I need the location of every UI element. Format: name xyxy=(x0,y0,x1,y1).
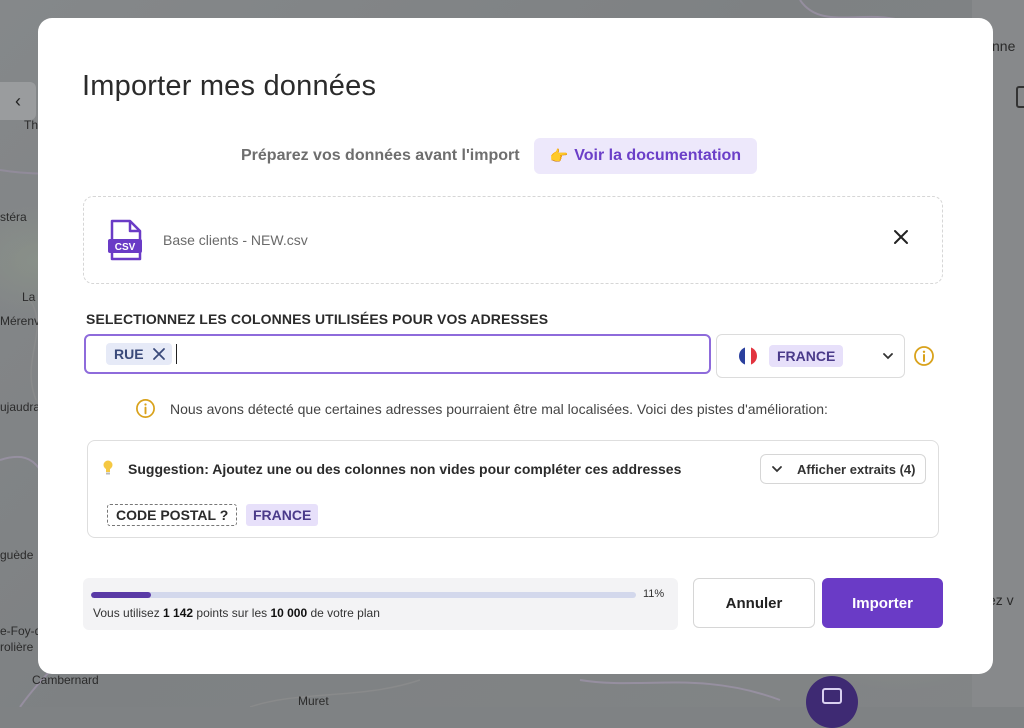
usage-percent: 11% xyxy=(643,588,665,600)
columns-section-title: SELECTIONNEZ LES COLONNES UTILISÉES POUR… xyxy=(86,311,549,327)
warning-text: Nous avons détecté que certaines adresse… xyxy=(170,400,828,417)
usage-progress-bar xyxy=(91,592,636,598)
csv-file-icon: CSV xyxy=(108,219,142,261)
usage-total-points: 10 000 xyxy=(270,606,308,620)
prep-row: Préparez vos données avant l'import 👉 Vo… xyxy=(241,138,758,174)
chat-button[interactable] xyxy=(806,676,858,728)
map-label: ujaudra xyxy=(0,400,41,414)
missing-column-chip[interactable]: CODE POSTAL ? xyxy=(107,504,238,526)
pointing-hand-icon: 👉 xyxy=(549,148,569,165)
usage-progress-fill xyxy=(91,592,151,598)
column-chip-label: RUE xyxy=(114,346,144,362)
chevron-down-icon xyxy=(883,353,893,360)
csv-icon-label: CSV xyxy=(115,242,136,253)
map-label: rolière xyxy=(0,640,34,654)
show-extracts-label: Afficher extraits (4) xyxy=(797,461,916,477)
file-name: Base clients - NEW.csv xyxy=(163,232,308,248)
chevron-down-icon xyxy=(772,466,782,473)
usage-text-suffix: de votre plan xyxy=(307,606,380,620)
warning-info-icon xyxy=(136,399,155,418)
info-icon[interactable] xyxy=(913,345,935,367)
address-columns-input[interactable]: RUE xyxy=(84,334,711,374)
usage-text-prefix: Vous utilisez xyxy=(93,606,164,620)
file-dropzone[interactable]: CSV Base clients - NEW.csv xyxy=(83,196,943,284)
lightbulb-icon xyxy=(103,460,113,475)
documentation-button-label: Voir la documentation xyxy=(574,147,742,164)
remove-file-icon[interactable] xyxy=(889,225,913,249)
column-chip: RUE xyxy=(106,343,172,365)
map-label: Th xyxy=(24,118,39,132)
country-chip: FRANCE xyxy=(246,504,319,526)
map-label: stéra xyxy=(0,210,27,224)
chevron-left-icon: ‹ xyxy=(15,90,21,111)
country-select[interactable]: FRANCE xyxy=(716,334,905,378)
import-button[interactable]: Importer xyxy=(822,578,943,628)
map-label: La xyxy=(22,290,36,304)
map-label: Muret xyxy=(298,694,329,708)
modal-title: Importer mes données xyxy=(82,70,377,102)
warning-row: Nous avons détecté que certaines adresse… xyxy=(135,398,828,419)
import-modal: Importer mes données Préparez vos donnée… xyxy=(38,18,993,674)
map-label: e-Foy-d xyxy=(0,624,42,638)
france-flag-icon xyxy=(739,347,757,365)
prep-text: Préparez vos données avant l'import xyxy=(241,147,520,164)
usage-text: Vous utilisez 1 142 points sur les 10 00… xyxy=(93,606,380,620)
side-panel-text: nne xyxy=(992,38,1016,54)
map-label: Mérenv xyxy=(0,314,41,328)
usage-used-points: 1 142 xyxy=(163,606,194,620)
show-extracts-button[interactable]: Afficher extraits (4) xyxy=(760,454,926,484)
usage-text-middle: points sur les xyxy=(193,606,271,620)
suggestion-text: Suggestion: Ajoutez une ou des colonnes … xyxy=(128,461,682,477)
text-caret xyxy=(175,344,178,364)
documentation-button[interactable]: 👉 Voir la documentation xyxy=(533,138,758,174)
map-back-button[interactable]: ‹ xyxy=(0,82,36,120)
panel-toggle-icon[interactable] xyxy=(1016,86,1024,108)
usage-box: 11% Vous utilisez 1 142 points sur les 1… xyxy=(83,578,678,630)
chat-icon xyxy=(822,688,842,704)
suggestion-box: Suggestion: Ajoutez une ou des colonnes … xyxy=(87,440,939,538)
cancel-button[interactable]: Annuler xyxy=(693,578,815,628)
remove-chip-icon[interactable] xyxy=(152,347,166,361)
country-value: FRANCE xyxy=(769,345,844,367)
map-label: guède xyxy=(0,548,34,562)
map-label: Cambernard xyxy=(32,673,99,687)
